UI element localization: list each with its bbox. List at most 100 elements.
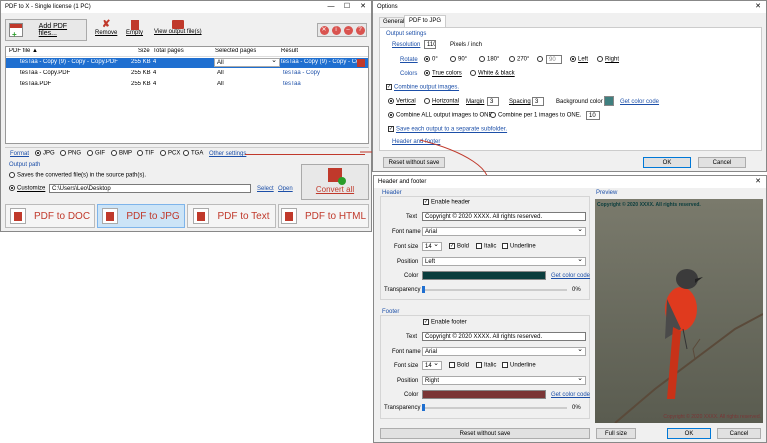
- rotate-custom-input[interactable]: 90: [546, 55, 562, 64]
- format-pcx[interactable]: PCX: [160, 150, 180, 157]
- header-font-name-select[interactable]: Arial: [422, 226, 586, 236]
- hf-reset-button[interactable]: Reset without save: [380, 428, 590, 439]
- close-icon[interactable]: ✕: [750, 176, 766, 188]
- enable-footer-checkbox[interactable]: ✓ Enable footer: [423, 319, 467, 326]
- file-list[interactable]: PDF file ▲ Size Total pages Selected pag…: [5, 46, 369, 144]
- bg-color-swatch[interactable]: [604, 96, 614, 106]
- result-link[interactable]: tesTaa: [283, 81, 301, 87]
- header-italic-checkbox[interactable]: Italic: [476, 243, 496, 250]
- col-file[interactable]: PDF file ▲: [9, 48, 38, 54]
- options-cancel-button[interactable]: Cancel: [698, 157, 746, 168]
- hf-cancel-button[interactable]: Cancel: [717, 428, 761, 439]
- maximize-icon[interactable]: ☐: [339, 1, 355, 13]
- rotate-270[interactable]: 270°: [509, 56, 529, 63]
- select-link[interactable]: Select: [257, 186, 274, 192]
- footer-font-name-select[interactable]: Arial: [422, 346, 586, 356]
- get-color-code-link[interactable]: Get color code: [620, 99, 659, 105]
- spacing-input[interactable]: 3: [532, 97, 544, 106]
- options-reset-button[interactable]: Reset without save: [383, 157, 445, 168]
- result-link[interactable]: tesTaa - Copy: [283, 70, 320, 76]
- combine-per-option[interactable]: Combine per 1 images to ONE.: [490, 112, 581, 119]
- format-bmp[interactable]: BMP: [111, 150, 132, 157]
- options-ok-button[interactable]: OK: [643, 157, 691, 168]
- pdf-to-html-button[interactable]: PDF to HTML: [278, 204, 369, 228]
- close-round-icon[interactable]: ✕: [319, 25, 329, 35]
- rotate-custom[interactable]: [537, 56, 545, 63]
- view-output-button[interactable]: View output file(s): [154, 20, 202, 35]
- white-black-option[interactable]: White & black: [470, 70, 515, 77]
- footer-transparency-slider[interactable]: [422, 404, 425, 411]
- col-selected-pages[interactable]: Selected pages: [215, 48, 256, 54]
- header-transparency-slider[interactable]: [422, 286, 425, 293]
- rotate-0[interactable]: 0°: [424, 56, 438, 63]
- tab-pdf-to-jpg[interactable]: PDF to JPG: [404, 15, 447, 27]
- other-settings-link[interactable]: Other settings: [209, 151, 246, 157]
- format-tga[interactable]: TGA: [183, 150, 203, 157]
- pdf-to-doc-button[interactable]: PDF to DOC: [5, 204, 95, 228]
- footer-color-swatch[interactable]: [422, 390, 546, 399]
- customize-path-input[interactable]: C:\Users\Leo\Desktop: [49, 184, 251, 193]
- pdf-result-icon[interactable]: [357, 59, 365, 67]
- true-colors-option[interactable]: True colors: [424, 70, 462, 77]
- rotate-90[interactable]: 90°: [450, 56, 467, 63]
- table-row[interactable]: tesTaa - Copy.PDF 255 KB 4 All tesTaa - …: [6, 69, 368, 79]
- selected-pages-dropdown[interactable]: All: [214, 57, 280, 67]
- horizontal-option[interactable]: Horizontal: [424, 98, 459, 105]
- format-gif[interactable]: GIF: [87, 150, 105, 157]
- footer-position-select[interactable]: Right: [422, 375, 586, 385]
- footer-italic-checkbox[interactable]: Italic: [476, 362, 496, 369]
- remove-button[interactable]: ✘ Remove: [95, 20, 117, 37]
- subfolder-checkbox[interactable]: ✓ Save each output to a separate subfolde…: [388, 126, 507, 133]
- margin-input[interactable]: 3: [487, 97, 499, 106]
- rotate-180[interactable]: 180°: [479, 56, 499, 63]
- rotate-left[interactable]: Left: [570, 56, 588, 63]
- info-round-icon[interactable]: i: [331, 25, 341, 35]
- format-png[interactable]: PNG: [60, 150, 81, 157]
- header-font-size-select[interactable]: 14: [422, 241, 442, 251]
- header-text-input[interactable]: Copyright © 2020 XXXX. All rights reserv…: [422, 212, 586, 221]
- customize-option[interactable]: Customize: [9, 185, 45, 192]
- format-jpg[interactable]: JPG: [35, 150, 55, 157]
- footer-bold-checkbox[interactable]: Bold: [449, 362, 469, 369]
- pdf-to-jpg-button[interactable]: PDF to JPG: [97, 204, 185, 228]
- minimize-icon[interactable]: —: [323, 1, 339, 13]
- footer-get-color-link[interactable]: Get color code: [551, 392, 590, 398]
- col-result[interactable]: Result: [281, 48, 298, 54]
- combine-checkbox[interactable]: ✓ Combine output images.: [386, 84, 459, 91]
- col-total-pages[interactable]: Total pages: [153, 48, 184, 54]
- full-size-button[interactable]: Full size: [596, 428, 636, 439]
- combine-all-option[interactable]: Combine ALL output images to ONE.: [388, 112, 494, 119]
- hf-ok-button[interactable]: OK: [667, 428, 711, 439]
- footer-underline-checkbox[interactable]: Underline: [502, 362, 536, 369]
- table-row[interactable]: tesTaa.PDF 255 KB 4 All tesTaa: [6, 80, 368, 90]
- selected-pages[interactable]: All: [217, 70, 224, 76]
- convert-all-button[interactable]: Convert all: [301, 164, 369, 200]
- table-row[interactable]: tesTaa - Copy (9) - Copy - Copy.PDF 255 …: [6, 57, 368, 68]
- save-source-option[interactable]: Saves the converted file(s) in the sourc…: [9, 172, 146, 179]
- header-position-select[interactable]: Left: [422, 256, 586, 266]
- open-link[interactable]: Open: [278, 186, 293, 192]
- close-icon[interactable]: ✕: [750, 1, 766, 13]
- header-color-swatch[interactable]: [422, 271, 546, 280]
- selected-pages[interactable]: All: [217, 81, 224, 87]
- pdf-to-text-button[interactable]: PDF to Text: [187, 204, 276, 228]
- format-tif[interactable]: TIF: [137, 150, 154, 157]
- vertical-option[interactable]: Vertical: [388, 98, 416, 105]
- result-link[interactable]: tesTaa - Copy (9) - Copy - Copy.PDF: [281, 59, 357, 65]
- close-icon[interactable]: ✕: [355, 1, 371, 13]
- header-underline-checkbox[interactable]: Underline: [502, 243, 536, 250]
- empty-button[interactable]: Empty: [126, 20, 143, 36]
- resolution-input[interactable]: 110: [424, 40, 436, 49]
- footer-text-input[interactable]: Copyright © 2020 XXXX. All rights reserv…: [422, 332, 586, 341]
- header-footer-link[interactable]: Header and footer: [392, 139, 440, 145]
- rotate-right[interactable]: Right: [597, 56, 619, 63]
- add-pdf-button[interactable]: + Add PDF files...: [5, 19, 87, 41]
- header-bold-checkbox[interactable]: ✓ Bold: [449, 243, 469, 250]
- footer-font-size-select[interactable]: 14: [422, 360, 442, 370]
- enable-header-checkbox[interactable]: ✓ Enable header: [423, 199, 470, 206]
- help-round-icon[interactable]: ?: [355, 25, 365, 35]
- col-size[interactable]: Size: [138, 48, 150, 54]
- header-get-color-link[interactable]: Get color code: [551, 273, 590, 279]
- minus-round-icon[interactable]: –: [343, 25, 353, 35]
- combine-per-input[interactable]: 10: [586, 111, 600, 120]
